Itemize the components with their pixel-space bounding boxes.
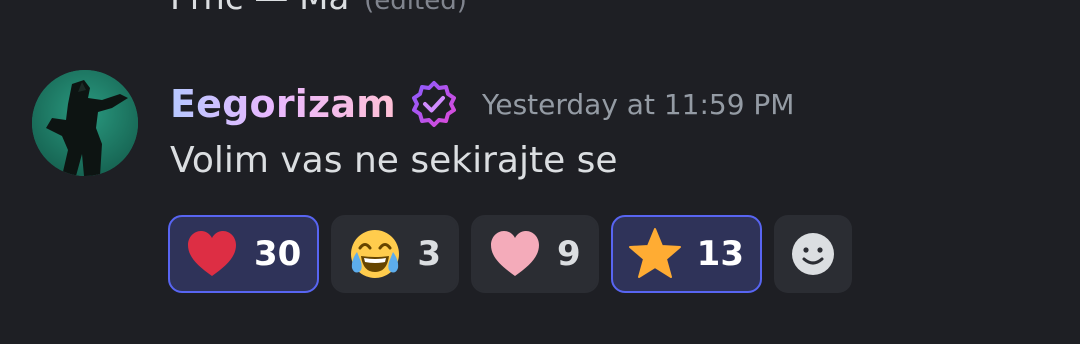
add-reaction-smiley-icon	[792, 233, 834, 275]
red-heart-icon	[188, 231, 236, 276]
tears-of-joy-icon	[351, 230, 400, 278]
edited-label: (edited)	[364, 0, 467, 16]
message-timestamp: Yesterday at 11:59 PM	[481, 87, 795, 121]
reaction-tears-of-joy[interactable]: 3	[331, 215, 459, 293]
reactions-bar: 30 3 9 13	[168, 215, 852, 293]
reaction-pink-heart[interactable]: 9	[471, 215, 599, 293]
reaction-count: 9	[557, 234, 581, 274]
add-reaction-button[interactable]	[774, 215, 852, 293]
message-content: Volim vas ne sekirajte se	[170, 140, 618, 181]
reaction-count: 3	[417, 234, 441, 274]
star-icon	[628, 228, 681, 278]
chat-message-view: Prnc — Ma (edited) Eegorizam	[0, 0, 1080, 344]
previous-message: Prnc — Ma (edited)	[170, 0, 467, 18]
message-header: Eegorizam Yesterday at 11:59 PM	[170, 78, 794, 130]
reaction-count: 30	[254, 234, 302, 274]
reaction-count: 13	[696, 234, 744, 274]
reaction-star[interactable]: 13	[610, 215, 762, 293]
verified-check-icon[interactable]	[410, 80, 458, 128]
username[interactable]: Eegorizam	[170, 82, 396, 126]
previous-message-text: Prnc — Ma	[170, 0, 349, 18]
pink-heart-icon	[491, 231, 539, 276]
avatar-image	[32, 70, 138, 176]
avatar[interactable]	[32, 70, 138, 176]
reaction-red-heart[interactable]: 30	[168, 215, 320, 293]
